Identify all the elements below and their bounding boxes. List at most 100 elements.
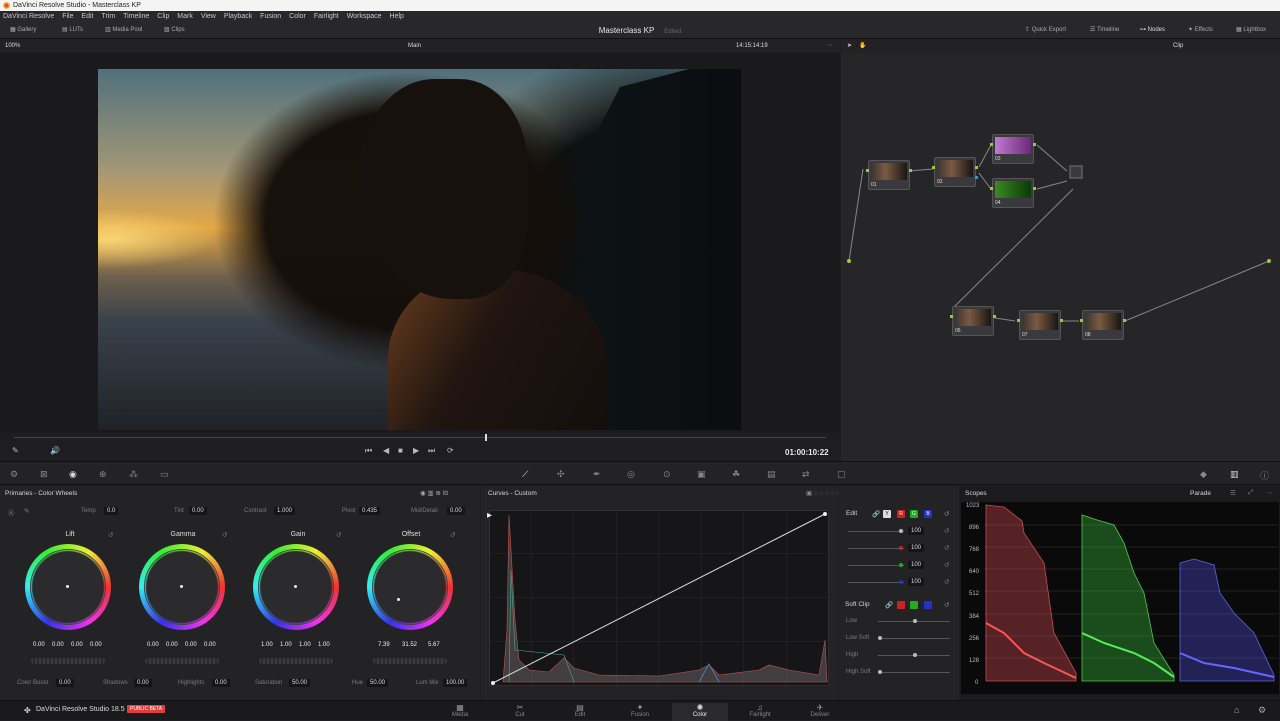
node-03[interactable]: 03 [990, 134, 1036, 164]
gamma-reset-icon[interactable]: ↺ [222, 531, 227, 539]
menu-trim[interactable]: Trim [101, 13, 115, 20]
menu-fairlight[interactable]: Fairlight [314, 13, 339, 20]
gain-wheel[interactable] [253, 544, 339, 630]
g-intensity-value[interactable]: 100 [908, 561, 925, 569]
gain-reset-icon[interactable]: ↺ [336, 531, 341, 539]
page-edit[interactable]: ▤ Edit [560, 703, 600, 718]
pointer-tool-icon[interactable]: ➤ [847, 39, 852, 53]
gain-value-g[interactable]: 1.00 [299, 642, 311, 648]
tracker-icon[interactable]: ⊙ [663, 469, 671, 480]
magic-mask-icon[interactable]: ▣ [697, 469, 706, 480]
r-intensity-value[interactable]: 100 [908, 544, 925, 552]
info-icon[interactable]: ⓘ [1260, 469, 1269, 482]
b-intensity-slider[interactable] [848, 582, 904, 583]
rgb-mixer-icon[interactable]: ⁂ [129, 469, 138, 480]
skip-end-icon[interactable]: ⏭ [428, 446, 435, 456]
shadows-value[interactable]: 0.00 [134, 679, 152, 687]
keyframes-icon[interactable]: ◆ [1200, 469, 1207, 480]
motion-effects-icon[interactable]: ▭ [160, 469, 169, 480]
soft-clip-link-icon[interactable]: 🔗 [885, 601, 893, 609]
node-input[interactable] [990, 187, 993, 190]
gamma-wheel-puck[interactable] [180, 585, 183, 588]
curve-point-black[interactable] [491, 681, 495, 685]
highlights-value[interactable]: 0.00 [212, 679, 230, 687]
menu-playback[interactable]: Playback [224, 13, 252, 20]
channel-r-toggle[interactable]: R [897, 510, 905, 518]
menu-davinci[interactable]: DaVinci Resolve [3, 13, 54, 20]
y-intensity-slider[interactable] [848, 531, 904, 532]
menu-view[interactable]: View [201, 13, 216, 20]
b-reset-icon[interactable]: ↺ [944, 578, 949, 586]
y-reset-icon[interactable]: ↺ [944, 527, 949, 535]
offset-value-g[interactable]: 31.52 [402, 642, 417, 648]
page-fusion[interactable]: ✦ Fusion [620, 703, 660, 718]
low-soft-slider[interactable] [878, 638, 950, 639]
menu-mark[interactable]: Mark [177, 13, 193, 20]
play-icon[interactable]: ▶ [413, 446, 419, 455]
scope-expand-icon[interactable]: ⤢ [1248, 489, 1253, 497]
node-key-output[interactable] [975, 176, 978, 179]
lift-value-r[interactable]: 0.00 [52, 642, 64, 648]
edit-reset-icon[interactable]: ↺ [944, 510, 949, 518]
temp-value[interactable]: 0.0 [104, 507, 119, 515]
skip-start-icon[interactable]: ⏮ [365, 446, 372, 456]
page-deliver[interactable]: ✈ Deliver [800, 703, 840, 718]
blur-icon[interactable]: ☘ [732, 469, 740, 480]
offset-wheel-puck[interactable] [397, 598, 400, 601]
node-08[interactable]: 08 [1080, 310, 1126, 340]
hdr-icon[interactable]: ⊕ [99, 469, 107, 480]
node-input[interactable] [950, 315, 953, 318]
r-reset-icon[interactable]: ↺ [944, 544, 949, 552]
soft-clip-g-toggle[interactable] [910, 601, 918, 609]
menu-workspace[interactable]: Workspace [347, 13, 382, 20]
scopes-toggle-icon[interactable]: ▥ [1230, 469, 1239, 480]
node-input[interactable] [1017, 319, 1020, 322]
lift-reset-icon[interactable]: ↺ [108, 531, 113, 539]
soft-clip-r-toggle[interactable] [897, 601, 905, 609]
stop-icon[interactable]: ■ [398, 446, 403, 455]
b-slider-knob[interactable] [899, 580, 903, 584]
node-output[interactable] [1060, 319, 1063, 322]
node-input[interactable] [866, 169, 869, 172]
lift-value-g[interactable]: 0.00 [71, 642, 83, 648]
low-soft-slider-knob[interactable] [878, 636, 882, 640]
menu-fusion[interactable]: Fusion [260, 13, 281, 20]
settings-gear-icon[interactable]: ⚙ [1258, 705, 1266, 716]
high-soft-slider[interactable] [878, 672, 950, 673]
node-output[interactable] [1123, 319, 1126, 322]
node-04[interactable]: 04 [990, 178, 1036, 208]
offset-reset-icon[interactable]: ↺ [450, 531, 455, 539]
soft-clip-reset-icon[interactable]: ↺ [944, 601, 949, 609]
page-fairlight[interactable]: ♫ Fairlight [740, 703, 780, 718]
node-06[interactable]: 06 [950, 306, 996, 336]
scope-options-icon[interactable]: ⋯ [1266, 489, 1273, 497]
saturation-value[interactable]: 50.00 [289, 679, 311, 687]
page-cut[interactable]: ✂ Cut [500, 703, 540, 718]
scope-settings-icon[interactable]: ☰ [1230, 489, 1236, 497]
hue-value[interactable]: 50.00 [367, 679, 389, 687]
curve-play-icon[interactable]: ▶ [487, 511, 492, 519]
g-intensity-slider[interactable] [848, 565, 904, 566]
scrub-track[interactable] [14, 437, 826, 438]
viewer-options-icon[interactable]: ⋯ [826, 39, 832, 53]
color-boost-value[interactable]: 0.00 [56, 679, 74, 687]
lift-value-y[interactable]: 0.00 [33, 642, 45, 648]
g-slider-knob[interactable] [899, 563, 903, 567]
color-match-icon[interactable]: ⊠ [40, 469, 48, 480]
high-soft-slider-knob[interactable] [878, 670, 882, 674]
r-intensity-slider[interactable] [848, 548, 904, 549]
node-01[interactable]: 01 [866, 160, 912, 190]
audio-icon[interactable]: 🔊 [50, 446, 60, 455]
node-output[interactable] [993, 315, 996, 318]
lightbox-button[interactable]: ▦ Lightbox [1236, 22, 1266, 39]
luts-button[interactable]: ▤ LUTs [62, 22, 83, 39]
menu-edit[interactable]: Edit [81, 13, 93, 20]
node-02[interactable]: 02 [932, 157, 978, 187]
hand-tool-icon[interactable]: ✋ [859, 39, 866, 53]
node-output[interactable] [1033, 187, 1036, 190]
node-mode-select[interactable]: Clip [1173, 39, 1183, 53]
quick-export-button[interactable]: ⇪ Quick Export [1025, 22, 1066, 39]
curve-plot[interactable] [489, 510, 829, 686]
node-input[interactable] [990, 143, 993, 146]
menu-color[interactable]: Color [289, 13, 306, 20]
